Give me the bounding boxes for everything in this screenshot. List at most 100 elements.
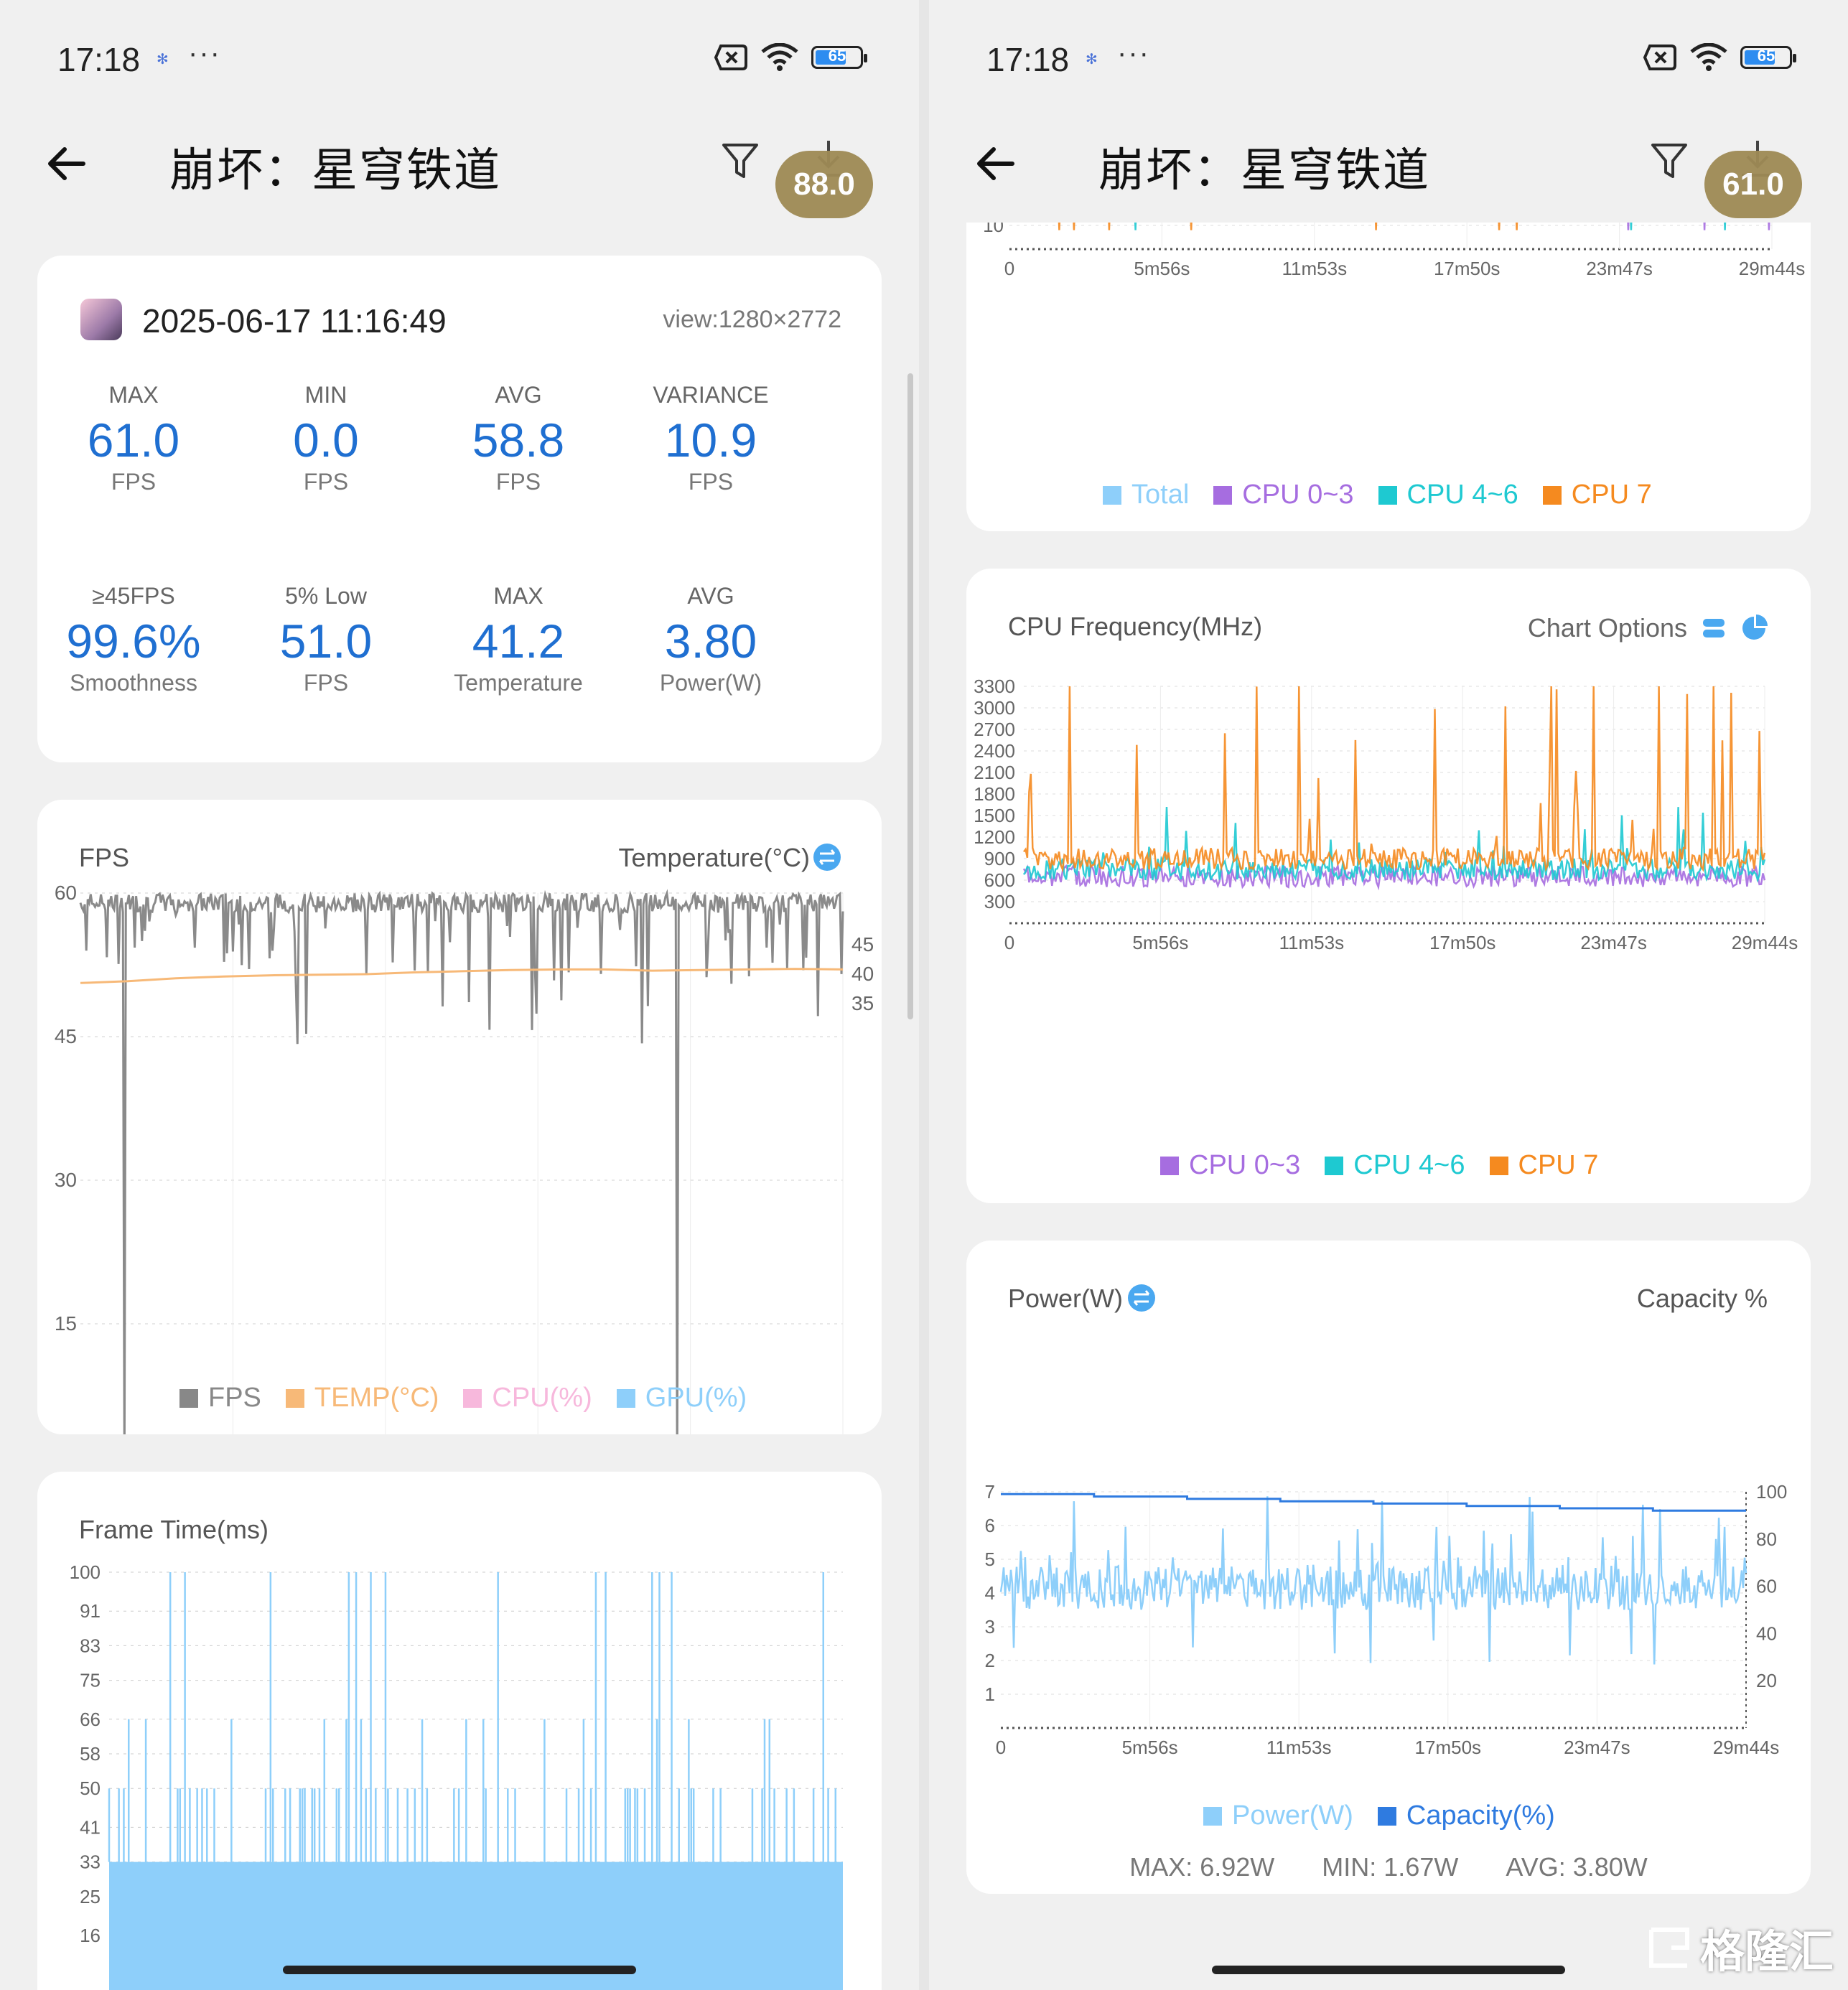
legend-cpu03[interactable]: CPU 0~3	[1213, 480, 1354, 510]
summary-card: 2025-06-17 11:16:49 view:1280×2772 MAX 61…	[37, 256, 882, 762]
y-tick-label: 15	[55, 1312, 77, 1335]
fps-overlay-badge[interactable]: 61.0	[1704, 151, 1802, 218]
game-avatar	[80, 299, 122, 340]
status-bar: 17:18 ✻ ··· 65	[0, 0, 919, 122]
session-date: 2025-06-17 11:16:49	[142, 302, 447, 340]
legend-total[interactable]: Total	[1103, 480, 1189, 510]
legend-capacity[interactable]: Capacity(%)	[1377, 1800, 1555, 1831]
wifi-icon	[1690, 43, 1727, 71]
x-tick-label: 0	[1004, 258, 1014, 279]
y-tick-label: 25	[80, 1886, 101, 1907]
legend-temp[interactable]: TEMP(°C)	[285, 1383, 439, 1414]
scrollbar[interactable]	[907, 373, 913, 1019]
metric-smoothness: ≥45FPS 99.6% Smoothness	[66, 583, 201, 696]
notification-dot-icon: ✻	[1086, 52, 1098, 67]
metric-variance: VARIANCE 10.9 FPS	[653, 382, 769, 495]
power-max: MAX: 6.92W	[1129, 1852, 1275, 1882]
y-tick-label: 83	[80, 1635, 101, 1656]
fps-legend: FPS TEMP(°C) CPU(%) GPU(%)	[179, 1383, 747, 1414]
page-title: 崩坏：星穹铁道	[1098, 144, 1430, 196]
filter-icon[interactable]	[1650, 139, 1689, 182]
home-indicator[interactable]	[1212, 1966, 1565, 1974]
y2-tick-label: 20	[1756, 1670, 1777, 1691]
y-tick-label: 2	[985, 1650, 995, 1671]
y2-tick-label: 80	[1756, 1528, 1777, 1550]
y-tick-label: 1200	[974, 826, 1015, 848]
metric-5pct-low: 5% Low 51.0 FPS	[279, 583, 373, 696]
x-tick-label: 0	[996, 1737, 1006, 1758]
x-tick-label: 29m44s	[1713, 1737, 1780, 1758]
fps-chart: 6045301505m56s11m53s17m50s23m47s29m44s45…	[55, 882, 874, 1434]
right-screen: 504030201005m56s11m53s17m50s23m47s29m44s…	[929, 0, 1848, 1990]
y-tick-label: 50	[80, 1778, 101, 1799]
screen-divider	[919, 0, 929, 1990]
metric-max-temp: MAX 41.2 Temperature	[454, 583, 583, 696]
x-tick-label: 0	[1004, 932, 1014, 953]
y-tick-label: 6	[985, 1515, 995, 1536]
back-arrow-icon[interactable]	[45, 142, 88, 185]
x-tick-label: 29m44s	[1732, 932, 1798, 953]
y2-tick-label: 100	[1756, 1481, 1787, 1503]
more-notifications-icon: ···	[1117, 37, 1150, 69]
x-tick-label: 17m50s	[1434, 258, 1501, 279]
legend-cpu03[interactable]: CPU 0~3	[1160, 1150, 1300, 1181]
x-tick-label: 11m53s	[1279, 932, 1345, 953]
y-tick-label: 3	[985, 1616, 995, 1638]
status-bar: 17:18 ✻ ··· 65	[929, 0, 1848, 122]
metric-min-fps: MIN 0.0 FPS	[293, 382, 359, 495]
y-tick-label: 100	[70, 1561, 101, 1583]
legend-cpu46[interactable]: CPU 4~6	[1378, 480, 1518, 510]
legend-fps[interactable]: FPS	[179, 1383, 261, 1414]
y-tick-label: 45	[55, 1025, 77, 1047]
x-tick-label: 23m47s	[1586, 258, 1653, 279]
y-tick-label: 600	[984, 869, 1015, 891]
no-sim-icon	[1643, 45, 1676, 70]
power-avg: AVG: 3.80W	[1506, 1852, 1648, 1882]
power-stats: MAX: 6.92W MIN: 1.67W AVG: 3.80W	[966, 1852, 1811, 1882]
y-tick-label: 300	[984, 891, 1015, 912]
filter-icon[interactable]	[721, 139, 760, 182]
legend-power[interactable]: Power(W)	[1203, 1800, 1353, 1831]
y-tick-label: 5	[985, 1548, 995, 1570]
y-tick-label: 2400	[974, 740, 1015, 762]
legend-gpu[interactable]: GPU(%)	[616, 1383, 747, 1414]
y-tick-label: 16	[80, 1925, 101, 1946]
y-tick-label: 7	[985, 1481, 995, 1503]
y-tick-label: 2700	[974, 719, 1015, 740]
x-tick-label: 5m56s	[1134, 258, 1190, 279]
watermark-logo-icon	[1648, 1928, 1689, 1968]
back-arrow-icon[interactable]	[974, 142, 1017, 185]
y-tick-label: 1800	[974, 783, 1015, 805]
y-tick-label: 1500	[974, 805, 1015, 826]
page-title: 崩坏：星穹铁道	[169, 144, 501, 196]
x-tick-label: 11m53s	[1282, 258, 1348, 279]
x-tick-label: 17m50s	[1429, 932, 1496, 953]
y-tick-label: 41	[80, 1816, 101, 1838]
fps-overlay-badge[interactable]: 88.0	[775, 151, 873, 218]
y-tick-label: 1	[985, 1683, 995, 1705]
y2-tick-label: 45	[851, 933, 874, 956]
legend-cpu7[interactable]: CPU 7	[1542, 480, 1652, 510]
metric-avg-fps: AVG 58.8 FPS	[472, 382, 565, 495]
metric-avg-power: AVG 3.80 Power(W)	[659, 583, 762, 696]
cpu-frequency-card: CPU Frequency(MHz) Chart Options 3300 300…	[966, 569, 1811, 1203]
y-tick-label: 3300	[974, 676, 1015, 697]
y2-tick-label: 40	[1756, 1622, 1777, 1644]
cpu-frequency-chart: 3300300027002400210018001500120090060030…	[974, 676, 1798, 953]
legend-cpu7[interactable]: CPU 7	[1489, 1150, 1598, 1181]
status-time: 17:18	[986, 41, 1070, 78]
cpu-load-legend: Total CPU 0~3 CPU 4~6 CPU 7	[1103, 480, 1652, 510]
more-notifications-icon: ···	[188, 37, 221, 69]
home-indicator[interactable]	[283, 1966, 636, 1974]
y-tick-label: 3000	[974, 697, 1015, 719]
legend-cpu[interactable]: CPU(%)	[463, 1383, 592, 1414]
status-time: 17:18	[57, 41, 141, 78]
x-tick-label: 23m47s	[1580, 932, 1647, 953]
x-tick-label: 17m50s	[1415, 1737, 1482, 1758]
app-bar: 崩坏：星穹铁道 88.0	[0, 122, 919, 230]
power-card: Power(W) Capacity % 7 6 5 4 3 2 1 0 5m56s 11m53s 1…	[966, 1241, 1811, 1894]
y-tick-label: 58	[80, 1743, 101, 1765]
temp-series-line	[80, 968, 844, 984]
fps-series-line	[79, 889, 844, 1434]
legend-cpu46[interactable]: CPU 4~6	[1325, 1150, 1465, 1181]
